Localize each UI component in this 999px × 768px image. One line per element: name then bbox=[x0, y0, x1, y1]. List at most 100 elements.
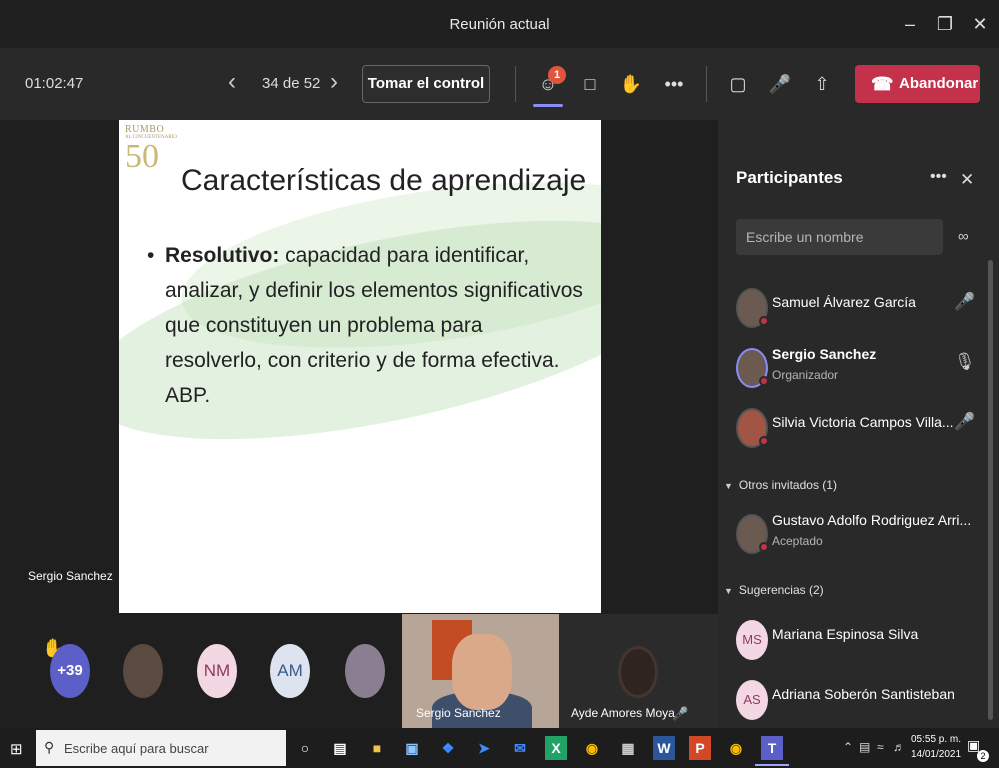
participants-badge: 1 bbox=[548, 66, 566, 84]
participant-avatar[interactable] bbox=[123, 644, 163, 698]
more-icon[interactable]: ••• bbox=[660, 70, 688, 98]
volume-icon[interactable]: ♬ bbox=[893, 740, 905, 754]
participant-name: Silvia Victoria Campos Villa... bbox=[772, 414, 954, 430]
video-person bbox=[618, 646, 658, 698]
participant-avatar[interactable]: AM bbox=[270, 644, 310, 698]
calculator-icon[interactable]: ▦ bbox=[617, 736, 639, 760]
more-participants-button[interactable]: +39 bbox=[50, 644, 90, 698]
participant-name: Samuel Álvarez García bbox=[772, 294, 916, 310]
slide-logo: RUMBO AL CINCUENTENARIO 50 bbox=[125, 124, 177, 174]
chat-icon[interactable]: □ bbox=[576, 70, 604, 98]
participant-name: Sergio Sanchez bbox=[772, 346, 877, 362]
search-icon: ⚲ bbox=[44, 739, 55, 755]
wifi-icon[interactable]: ≈ bbox=[877, 740, 884, 754]
participant-avatar[interactable]: NM bbox=[197, 644, 237, 698]
share-icon[interactable]: ⇧ bbox=[808, 70, 836, 98]
presenter-label: Sergio Sanchez bbox=[28, 569, 113, 583]
slide-page-indicator: 34 de 52 bbox=[262, 75, 321, 92]
chrome-icon[interactable]: ◉ bbox=[725, 736, 747, 760]
clock-date: 14/01/2021 bbox=[910, 749, 962, 760]
take-control-button[interactable]: Tomar el control bbox=[362, 65, 490, 103]
chevron-down-icon: ▼ bbox=[724, 586, 733, 596]
leave-button[interactable]: ☎ Abandonar bbox=[855, 65, 980, 103]
toolbar-divider bbox=[515, 66, 516, 102]
slide-heading: Características de aprendizaje bbox=[181, 164, 587, 197]
link-icon[interactable]: ∞ bbox=[958, 228, 969, 245]
chevron-left-icon[interactable]: ‹ bbox=[228, 70, 236, 94]
dropbox-icon[interactable]: ❖ bbox=[437, 736, 459, 760]
participant-row[interactable]: Samuel Álvarez García 🎤 bbox=[736, 282, 976, 332]
phone-icon: ☎ bbox=[871, 74, 894, 94]
app-icon[interactable]: ➤ bbox=[473, 736, 495, 760]
section-label: Sugerencias (2) bbox=[738, 583, 824, 597]
suggestion-row[interactable]: MS Mariana Espinosa Silva bbox=[736, 614, 976, 664]
close-icon[interactable]: ✕ bbox=[968, 12, 992, 36]
mic-icon[interactable]: 🎙 bbox=[954, 352, 976, 372]
shared-slide: RUMBO AL CINCUENTENARIO 50 Característic… bbox=[119, 120, 601, 613]
logo-number: 50 bbox=[125, 138, 159, 175]
mail-icon[interactable]: ✉ bbox=[509, 736, 531, 760]
suggestion-name: Adriana Soberón Santisteban bbox=[772, 686, 955, 702]
video-person bbox=[452, 634, 512, 710]
minimize-icon[interactable]: – bbox=[898, 12, 922, 36]
section-header-guests[interactable]: ▼ Otros invitados (1) bbox=[724, 478, 837, 492]
word-icon[interactable]: W bbox=[653, 736, 675, 760]
mic-off-icon[interactable]: 🎤 bbox=[954, 292, 975, 312]
teams-icon[interactable]: T bbox=[755, 736, 789, 766]
taskbar-clock[interactable]: 05:55 p. m. 14/01/2021 bbox=[908, 732, 964, 762]
raise-hand-icon[interactable]: ✋ bbox=[617, 70, 645, 98]
maximize-icon[interactable]: ❐ bbox=[933, 12, 957, 36]
chevron-right-icon[interactable]: › bbox=[330, 70, 338, 94]
status-dot bbox=[759, 542, 769, 552]
mic-off-icon[interactable]: 🎤 bbox=[766, 70, 794, 98]
section-label: Otros invitados (1) bbox=[738, 478, 837, 492]
chrome-icon[interactable]: ◉ bbox=[581, 736, 603, 760]
panel-title: Participantes bbox=[736, 168, 843, 187]
close-icon[interactable]: ✕ bbox=[960, 170, 974, 190]
video-tile[interactable]: Sergio Sanchez bbox=[402, 614, 559, 728]
meeting-timer: 01:02:47 bbox=[25, 75, 84, 92]
cortana-icon[interactable]: ○ bbox=[294, 736, 316, 760]
meeting-toolbar: 01:02:47 ‹ 34 de 52 › Tomar el control ☺… bbox=[0, 48, 999, 120]
window-title: Reunión actual bbox=[449, 16, 550, 33]
participant-search-input[interactable] bbox=[736, 219, 943, 255]
section-header-suggestions[interactable]: ▼ Sugerencias (2) bbox=[724, 583, 824, 597]
leave-label: Abandonar bbox=[899, 75, 979, 92]
file-explorer-icon[interactable]: ■ bbox=[366, 736, 388, 760]
participant-row[interactable]: Silvia Victoria Campos Villa... 🎤 bbox=[736, 402, 976, 452]
taskbar-search-input[interactable] bbox=[36, 730, 286, 766]
task-view-icon[interactable]: ▤ bbox=[329, 736, 351, 760]
powerpoint-icon[interactable]: P bbox=[689, 736, 711, 760]
chevron-down-icon: ▼ bbox=[724, 481, 733, 491]
participant-row[interactable]: Sergio Sanchez Organizador 🎙 bbox=[736, 342, 976, 392]
status-dot bbox=[759, 376, 769, 386]
panel-scrollbar[interactable] bbox=[988, 260, 993, 720]
logo-line: RUMBO bbox=[125, 124, 165, 135]
notification-badge: 2 bbox=[977, 750, 989, 762]
video-label: Sergio Sanchez bbox=[416, 706, 501, 720]
more-icon[interactable]: ••• bbox=[930, 168, 947, 186]
status-dot bbox=[759, 436, 769, 446]
title-bar: Reunión actual – ❐ ✕ bbox=[0, 0, 999, 48]
avatar: MS bbox=[736, 620, 768, 660]
avatar: AS bbox=[736, 680, 768, 720]
video-label: Ayde Amores Moya bbox=[571, 706, 675, 720]
windows-start-icon[interactable]: ⊞ bbox=[10, 740, 23, 758]
mic-off-icon[interactable]: 🎤 bbox=[954, 412, 975, 432]
network-icon[interactable]: ▤ bbox=[859, 740, 870, 754]
clock-time: 05:55 p. m. bbox=[910, 734, 962, 745]
excel-icon[interactable]: X bbox=[545, 736, 567, 760]
guest-row[interactable]: Gustavo Adolfo Rodriguez Arri... Aceptad… bbox=[736, 508, 976, 558]
camera-off-icon[interactable]: ▢ bbox=[724, 70, 752, 98]
suggestion-row[interactable]: AS Adriana Soberón Santisteban bbox=[736, 674, 976, 724]
participants-panel: Participantes ••• ✕ ∞ Samuel Álvarez Gar… bbox=[718, 120, 999, 728]
toolbar-divider bbox=[706, 66, 707, 102]
chevron-up-icon[interactable]: ⌃ bbox=[843, 740, 853, 754]
participant-role: Organizador bbox=[772, 368, 839, 382]
store-icon[interactable]: ▣ bbox=[401, 736, 423, 760]
taskbar: ⊞ ⚲ ○ ▤ ■ ▣ ❖ ➤ ✉ X ◉ ▦ W P ◉ T ⌃ ▤ ≈ ♬ … bbox=[0, 728, 999, 768]
mic-off-icon: 🎤 bbox=[672, 706, 689, 721]
video-tile[interactable]: Ayde Amores Moya 🎤 bbox=[559, 614, 718, 728]
bullet-marker: • bbox=[147, 244, 155, 267]
participant-avatar[interactable] bbox=[345, 644, 385, 698]
